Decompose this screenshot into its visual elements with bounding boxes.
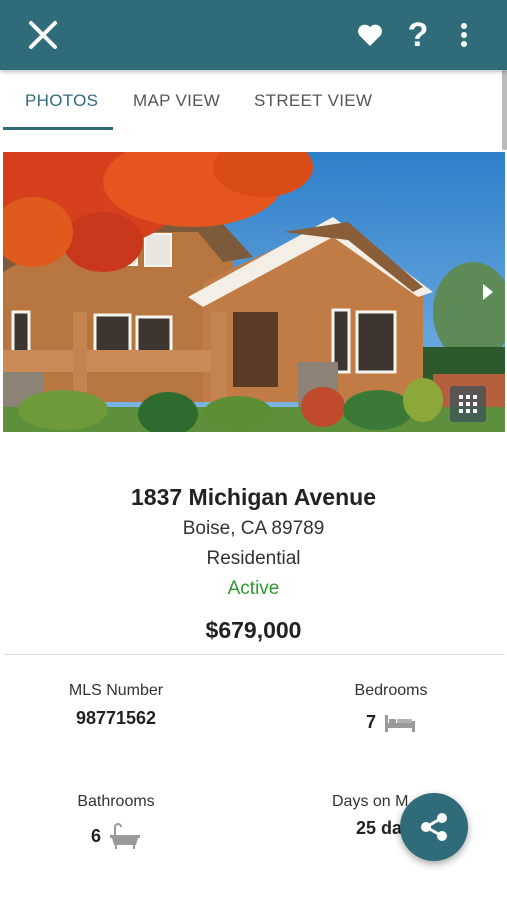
next-photo-icon[interactable]	[481, 282, 495, 302]
listing-price: $679,000	[205, 617, 302, 643]
close-button[interactable]	[18, 0, 68, 70]
help-icon: ?	[407, 15, 429, 54]
bed-icon	[385, 714, 415, 732]
help-button[interactable]: ?	[396, 0, 440, 70]
status-badge: Active	[227, 578, 280, 599]
mls-number-value: 98771562	[56, 708, 176, 729]
share-button[interactable]	[400, 793, 468, 861]
bedrooms-value: 7	[336, 712, 446, 733]
mls-number-text: 98771562	[75, 708, 157, 728]
gallery-grid-button[interactable]	[450, 386, 486, 422]
bathrooms-label: Bathrooms	[77, 793, 155, 810]
house-photo-image	[3, 152, 505, 432]
close-icon	[29, 21, 57, 49]
bedrooms-label: Bedrooms	[354, 682, 428, 699]
tab-map-view[interactable]: MAP VIEW	[133, 70, 220, 132]
scrollbar[interactable]	[502, 70, 507, 150]
tab-street-view[interactable]: STREET VIEW	[254, 70, 372, 132]
active-tab-indicator	[3, 127, 113, 130]
listing-summary: 1837 Michigan Avenue Boise, CA 89789 Res…	[0, 480, 507, 650]
app-bar: ?	[0, 0, 507, 70]
tab-photos[interactable]: PHOTOS	[25, 70, 98, 132]
listing-address: 1837 Michigan Avenue	[131, 484, 376, 510]
bathrooms-value: 6	[56, 822, 176, 850]
bathtub-icon	[110, 823, 140, 849]
divider	[3, 654, 505, 655]
bathrooms-count: 6	[90, 825, 101, 846]
property-photo[interactable]	[3, 152, 505, 432]
heart-icon	[358, 24, 382, 46]
days-on-market-text: 25 da	[356, 818, 403, 838]
more-vert-icon	[461, 23, 467, 47]
mls-number-label: MLS Number	[68, 682, 164, 699]
grid-icon	[459, 395, 477, 413]
view-tabs: PHOTOS MAP VIEW STREET VIEW	[0, 70, 507, 132]
bedrooms-count: 7	[365, 712, 376, 732]
more-options-button[interactable]	[444, 0, 484, 70]
property-type: Residential	[206, 548, 301, 569]
share-icon	[421, 813, 447, 841]
listing-city-line: Boise, CA 89789	[182, 518, 325, 539]
favorite-button[interactable]	[348, 0, 392, 70]
